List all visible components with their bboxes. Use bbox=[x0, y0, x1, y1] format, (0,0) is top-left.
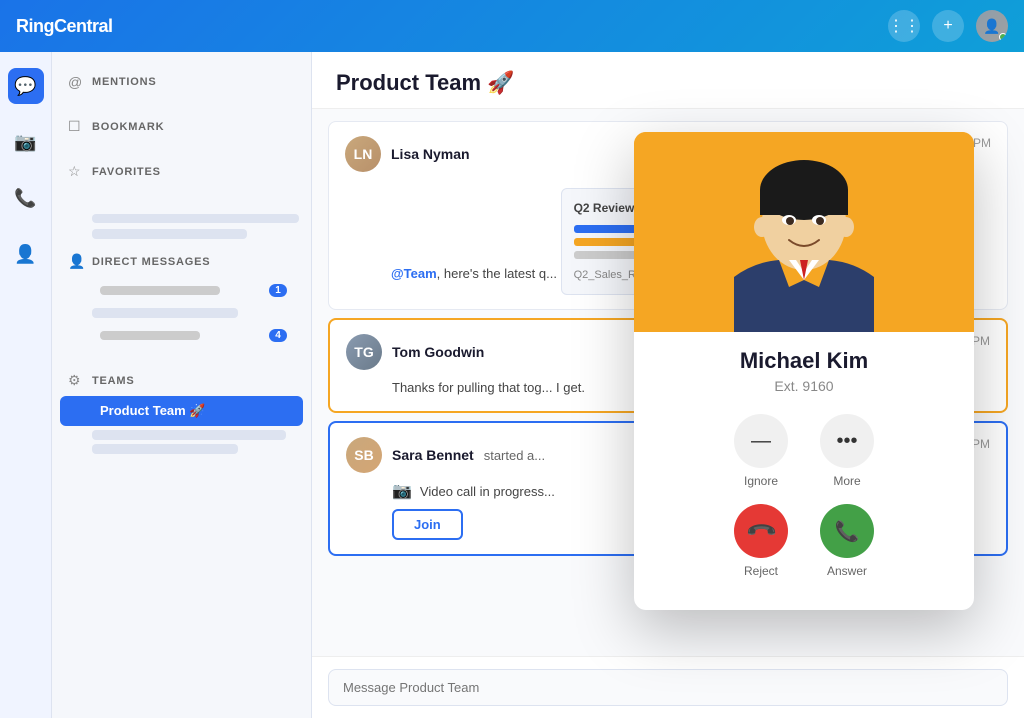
ignore-label: Ignore bbox=[744, 474, 778, 488]
caller-photo bbox=[634, 132, 974, 332]
teams-icon: ⚙ bbox=[68, 372, 84, 389]
grid-icon-button[interactable]: ⋮⋮ bbox=[888, 10, 920, 42]
mention-team: @Team bbox=[391, 266, 437, 281]
more-label: More bbox=[833, 474, 860, 488]
answer-button[interactable]: 📞 bbox=[820, 504, 874, 558]
reject-action: 📞 Reject bbox=[734, 504, 788, 578]
app-logo: RingCentral bbox=[16, 16, 888, 37]
icon-bar-messages[interactable]: 💬 bbox=[8, 68, 44, 104]
sidebar-dm-header[interactable]: 👤 DIRECT MESSAGES bbox=[52, 247, 311, 276]
video-call-text: Video call in progress... bbox=[420, 484, 555, 499]
sidebar-section-mentions: @ MENTIONS bbox=[52, 68, 311, 96]
avatar-lisa: LN bbox=[345, 136, 381, 172]
header-actions: ⋮⋮ + 👤 bbox=[888, 10, 1008, 42]
content-area: Product Team 🚀 LN Lisa Nyman 3:09 PM @Te… bbox=[312, 52, 1024, 718]
incoming-call-overlay: Michael Kim Ext. 9160 — Ignore ••• More … bbox=[634, 132, 974, 610]
ignore-action: — Ignore bbox=[734, 414, 788, 488]
message-input[interactable] bbox=[328, 669, 1008, 706]
sender-lisa: Lisa Nyman bbox=[391, 146, 470, 162]
plus-icon: + bbox=[943, 17, 952, 35]
content-header: Product Team 🚀 bbox=[312, 52, 1024, 109]
message-input-area bbox=[312, 656, 1024, 718]
sender-tom: Tom Goodwin bbox=[392, 344, 484, 360]
sender-sara: Sara Bennet bbox=[392, 447, 474, 463]
sidebar: @ MENTIONS ☐ BOOKMARK ☆ FAVORITES 👤 DIRE… bbox=[52, 52, 312, 718]
sidebar-section-dm: 👤 DIRECT MESSAGES 1 4 bbox=[52, 247, 311, 350]
teams-label: TEAMS bbox=[92, 375, 135, 387]
call-info: Michael Kim Ext. 9160 — Ignore ••• More … bbox=[634, 332, 974, 610]
call-actions-2: 📞 Reject 📞 Answer bbox=[650, 504, 958, 578]
online-status-dot bbox=[999, 33, 1007, 41]
active-team-label: Product Team 🚀 bbox=[100, 403, 206, 419]
favorites-label: FAVORITES bbox=[92, 166, 161, 178]
icon-bar-video[interactable]: 📷 bbox=[8, 124, 44, 160]
main-layout: 💬 📷 📞 👤 @ MENTIONS ☐ BOOKMARK ☆ FAVORITE… bbox=[0, 52, 1024, 718]
caller-photo-svg bbox=[634, 132, 974, 332]
dm-badge-1: 1 bbox=[269, 284, 287, 297]
mentions-label: MENTIONS bbox=[92, 76, 156, 88]
app-header: RingCentral ⋮⋮ + 👤 bbox=[0, 0, 1024, 52]
caller-name: Michael Kim bbox=[650, 348, 958, 374]
caller-ext: Ext. 9160 bbox=[650, 378, 958, 394]
bookmark-icon: ☐ bbox=[68, 118, 84, 135]
sidebar-section-bookmark: ☐ BOOKMARK bbox=[52, 112, 311, 141]
video-camera-icon: 📷 bbox=[392, 481, 412, 501]
sidebar-section-favorites: ☆ FAVORITES bbox=[52, 157, 311, 186]
channel-title: Product Team 🚀 bbox=[336, 70, 1000, 96]
icon-bar: 💬 📷 📞 👤 bbox=[0, 52, 52, 718]
ignore-button[interactable]: — bbox=[734, 414, 788, 468]
reject-button[interactable]: 📞 bbox=[734, 504, 788, 558]
sidebar-bookmark-header[interactable]: ☐ BOOKMARK bbox=[52, 112, 311, 141]
user-avatar[interactable]: 👤 bbox=[976, 10, 1008, 42]
more-button[interactable]: ••• bbox=[820, 414, 874, 468]
icon-bar-phone[interactable]: 📞 bbox=[8, 180, 44, 216]
sidebar-section-teams: ⚙ TEAMS Product Team 🚀 bbox=[52, 366, 311, 458]
answer-label: Answer bbox=[827, 564, 867, 578]
add-button[interactable]: + bbox=[932, 10, 964, 42]
mention-icon: @ bbox=[68, 74, 84, 90]
dm-badge-2: 4 bbox=[269, 329, 287, 342]
sidebar-favorites-header[interactable]: ☆ FAVORITES bbox=[52, 157, 311, 186]
dm-icon: 👤 bbox=[68, 253, 84, 270]
join-button[interactable]: Join bbox=[392, 509, 463, 540]
dm-label: DIRECT MESSAGES bbox=[92, 256, 210, 268]
sidebar-teams-header[interactable]: ⚙ TEAMS bbox=[52, 366, 311, 395]
reject-label: Reject bbox=[744, 564, 778, 578]
avatar-tom: TG bbox=[346, 334, 382, 370]
call-actions: — Ignore ••• More bbox=[650, 414, 958, 488]
sidebar-dm-item-2[interactable]: 4 bbox=[60, 322, 303, 349]
sidebar-team-product[interactable]: Product Team 🚀 bbox=[60, 396, 303, 426]
grid-icon: ⋮⋮ bbox=[888, 16, 920, 36]
avatar-sara: SB bbox=[346, 437, 382, 473]
sidebar-mentions-header[interactable]: @ MENTIONS bbox=[52, 68, 311, 96]
more-action: ••• More bbox=[820, 414, 874, 488]
star-icon: ☆ bbox=[68, 163, 84, 180]
bookmark-label: BOOKMARK bbox=[92, 121, 164, 133]
answer-action: 📞 Answer bbox=[820, 504, 874, 578]
icon-bar-contacts[interactable]: 👤 bbox=[8, 236, 44, 272]
sidebar-dm-item-1[interactable]: 1 bbox=[60, 277, 303, 304]
